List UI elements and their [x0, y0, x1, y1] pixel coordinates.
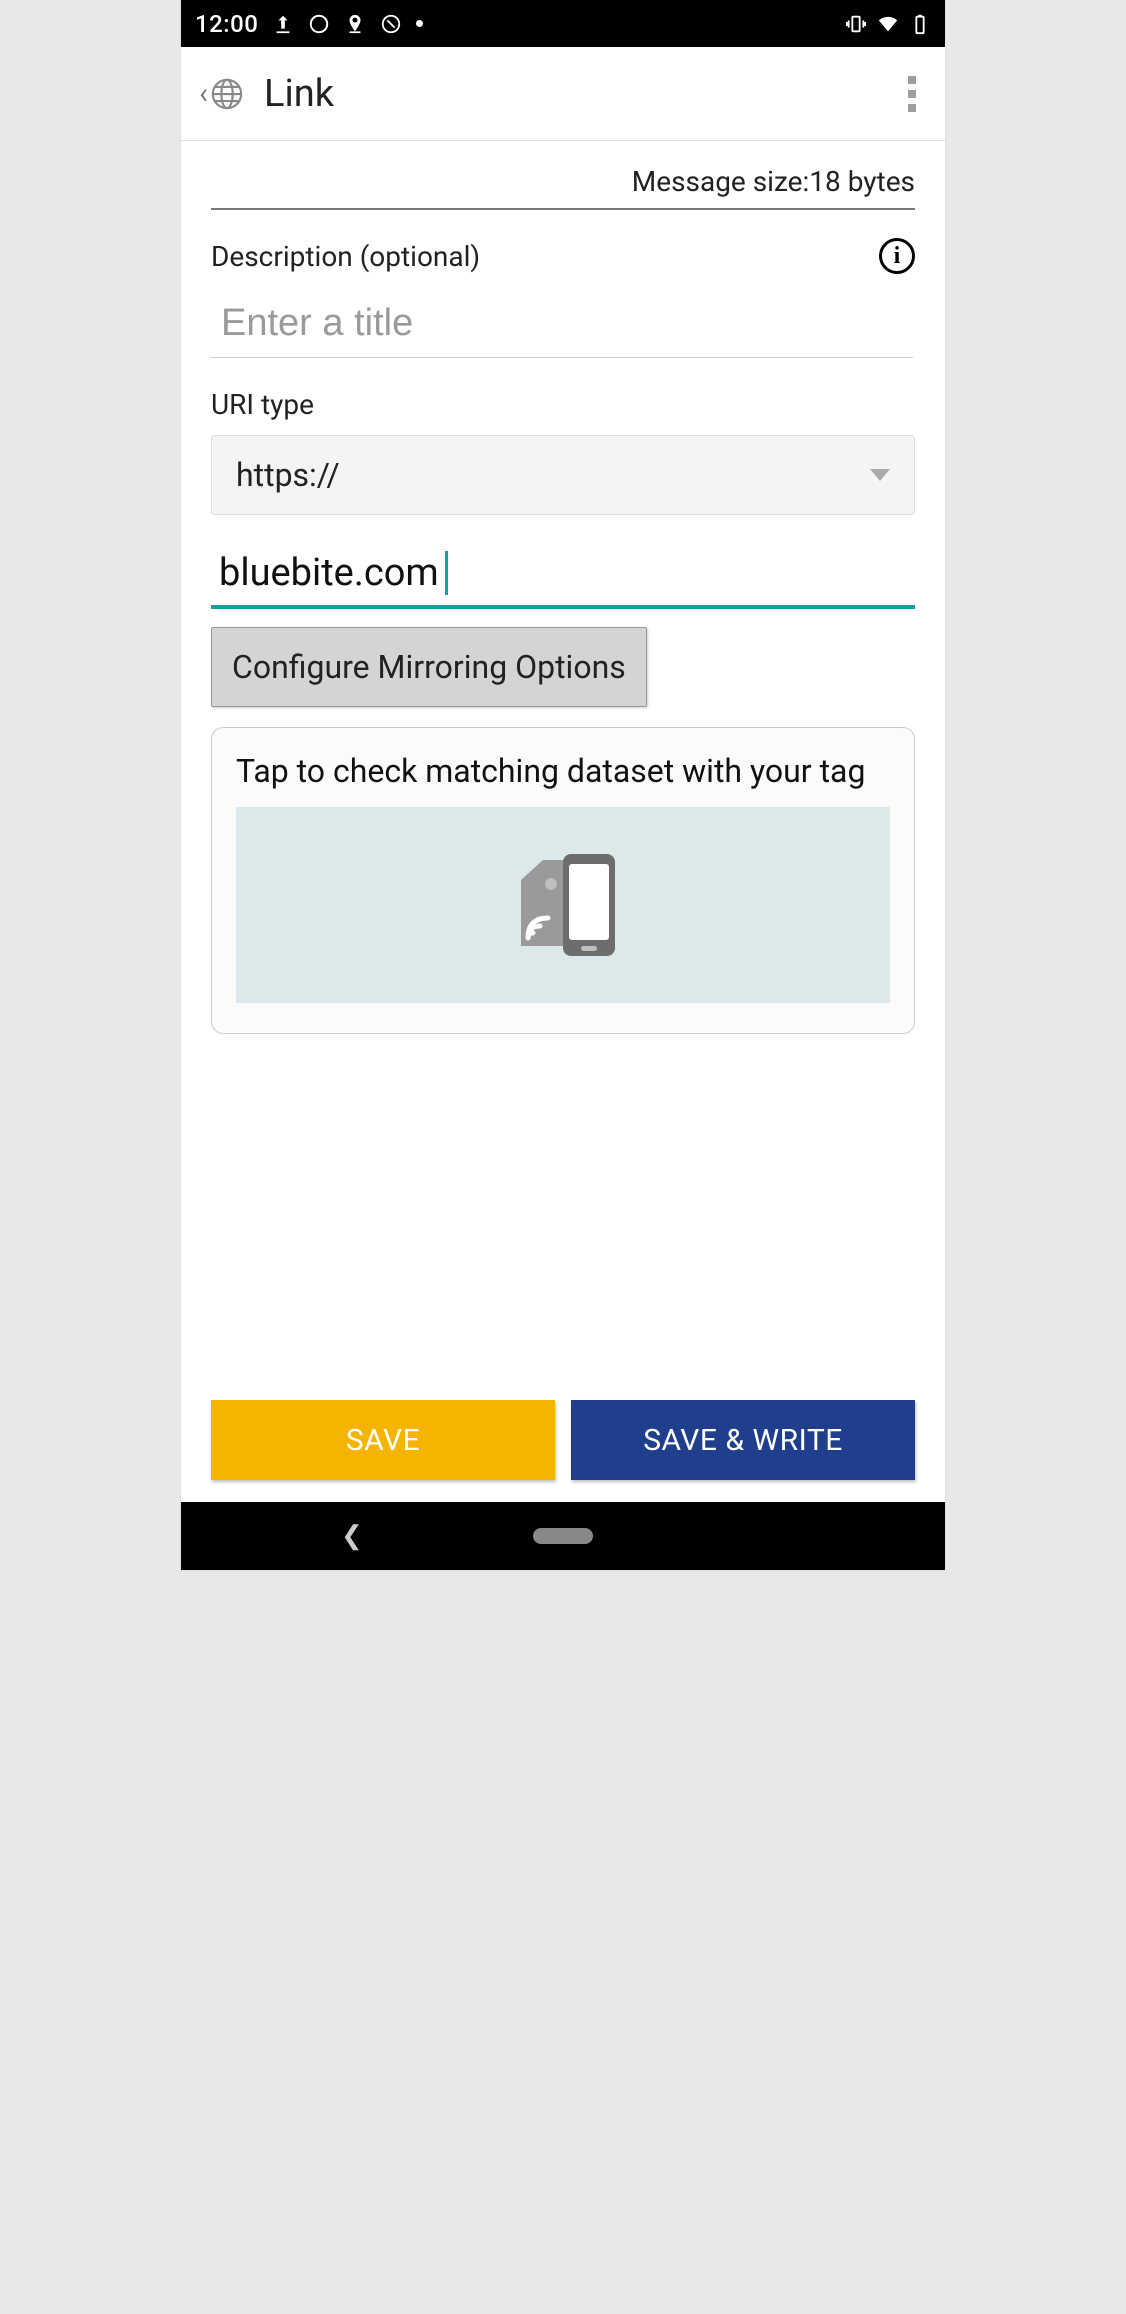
battery-icon	[909, 13, 931, 35]
message-size-row: Message size:18 bytes	[211, 141, 915, 210]
page-title: Link	[264, 72, 334, 116]
button-row: SAVE SAVE & WRITE	[211, 1400, 915, 1502]
nfc-tag-phone-icon	[503, 850, 623, 960]
clock: 12:00	[195, 10, 258, 38]
sync-off-icon	[380, 13, 402, 35]
overflow-menu-button[interactable]	[897, 76, 927, 112]
tap-check-card[interactable]: Tap to check matching dataset with your …	[211, 727, 915, 1034]
chevron-down-icon	[870, 469, 890, 481]
back-button[interactable]: ‹	[199, 76, 244, 111]
upload-icon	[272, 13, 294, 35]
android-nav-bar: ❮	[181, 1502, 945, 1570]
uri-type-selected: https://	[236, 456, 340, 494]
wifi-icon	[877, 13, 899, 35]
vibrate-icon	[845, 13, 867, 35]
tap-area[interactable]	[236, 807, 890, 1003]
kebab-dot-icon	[908, 76, 916, 84]
save-and-write-button[interactable]: SAVE & WRITE	[571, 1400, 915, 1480]
url-input[interactable]: bluebite.com	[211, 539, 915, 609]
nav-back-button[interactable]: ❮	[341, 1521, 363, 1551]
message-size-label: Message size:	[632, 165, 810, 198]
phone-frame: 12:00 ‹ Link Message size:18 bytes	[181, 0, 945, 1570]
chevron-left-icon: ‹	[199, 76, 208, 111]
notification-dot-icon	[416, 20, 423, 27]
url-value: bluebite.com	[219, 551, 439, 595]
description-label: Description (optional)	[211, 240, 480, 273]
message-size-value: 18 bytes	[809, 165, 915, 198]
tap-check-text: Tap to check matching dataset with your …	[236, 750, 890, 793]
content-area: Message size:18 bytes Description (optio…	[181, 141, 945, 1502]
description-input[interactable]	[211, 288, 913, 358]
status-bar: 12:00	[181, 0, 945, 47]
configure-mirroring-button[interactable]: Configure Mirroring Options	[211, 627, 647, 707]
globe-icon	[210, 77, 244, 111]
location-icon	[344, 13, 366, 35]
uri-type-label: URI type	[211, 388, 915, 421]
aperture-icon	[308, 13, 330, 35]
app-bar: ‹ Link	[181, 47, 945, 141]
save-button[interactable]: SAVE	[211, 1400, 555, 1480]
info-icon[interactable]: i	[879, 238, 915, 274]
text-cursor	[445, 551, 448, 595]
kebab-dot-icon	[908, 104, 916, 112]
uri-type-dropdown[interactable]: https://	[211, 435, 915, 515]
nav-home-pill[interactable]	[533, 1528, 593, 1544]
kebab-dot-icon	[908, 90, 916, 98]
